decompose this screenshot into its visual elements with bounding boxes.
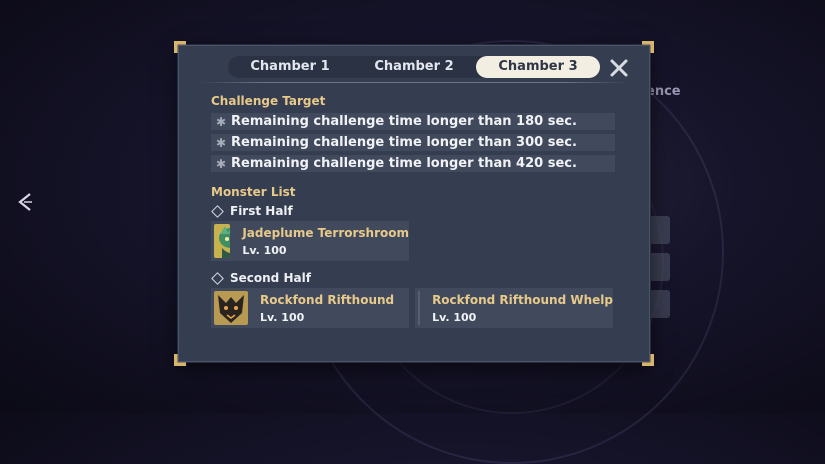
- close-button[interactable]: [607, 56, 631, 80]
- tab-chamber-2[interactable]: Chamber 2: [352, 56, 476, 78]
- monster-name: Rockfond Rifthound Whelp: [432, 292, 613, 307]
- jadeplume-terrorshroom-portrait: [214, 224, 231, 258]
- chamber-tabs: Chamber 1 Chamber 2 Chamber 3: [228, 56, 600, 78]
- diamond-icon: [211, 271, 224, 285]
- tab-chamber-3[interactable]: Chamber 3: [476, 56, 600, 78]
- monster-level: Lv. 100: [260, 310, 305, 324]
- diamond-icon: [211, 204, 224, 218]
- background-lock-icon: [648, 290, 670, 318]
- monster-name: Rockfond Rifthound: [260, 292, 395, 307]
- monster-card-jadeplume[interactable]: Jadeplume Terrorshroom Lv. 100: [211, 221, 409, 261]
- challenge-target-item: ✱ Remaining challenge time longer than 1…: [211, 113, 615, 130]
- first-half-label: First Half: [211, 204, 293, 218]
- divider: [199, 82, 629, 83]
- star-icon: ✱: [215, 114, 227, 129]
- tab-chamber-1[interactable]: Chamber 1: [228, 56, 352, 78]
- background-text-fragment: ence: [646, 84, 681, 99]
- monster-level: Lv. 100: [432, 310, 477, 324]
- rockfond-rifthound-portrait: [214, 291, 248, 325]
- monster-name: Jadeplume Terrorshroom: [242, 225, 409, 240]
- star-icon: ✱: [215, 156, 227, 171]
- close-icon: [610, 59, 628, 77]
- chamber-info-dialog: Chamber 1 Chamber 2 Chamber 3 Challenge …: [174, 41, 650, 362]
- monster-level: Lv. 100: [242, 243, 287, 257]
- background-lock-icon: [648, 253, 670, 281]
- corner-ornament: [642, 354, 654, 366]
- back-arrow-icon[interactable]: [14, 190, 36, 214]
- corner-ornament: [174, 354, 186, 366]
- monster-list-title: Monster List: [211, 185, 296, 199]
- second-half-label: Second Half: [211, 271, 311, 285]
- monster-card-rifthound-whelp[interactable]: Rockfond Rifthound Whelp Lv. 100: [415, 288, 613, 328]
- monster-card-rifthound[interactable]: Rockfond Rifthound Lv. 100: [211, 288, 409, 328]
- rockfond-rifthound-whelp-portrait: [418, 291, 421, 325]
- corner-ornament: [642, 41, 654, 53]
- challenge-target-item: ✱ Remaining challenge time longer than 3…: [211, 134, 615, 151]
- challenge-target-title: Challenge Target: [211, 94, 326, 108]
- challenge-target-item: ✱ Remaining challenge time longer than 4…: [211, 155, 615, 172]
- background-lock-icon: [648, 216, 670, 244]
- star-icon: ✱: [215, 135, 227, 150]
- corner-ornament: [174, 41, 186, 53]
